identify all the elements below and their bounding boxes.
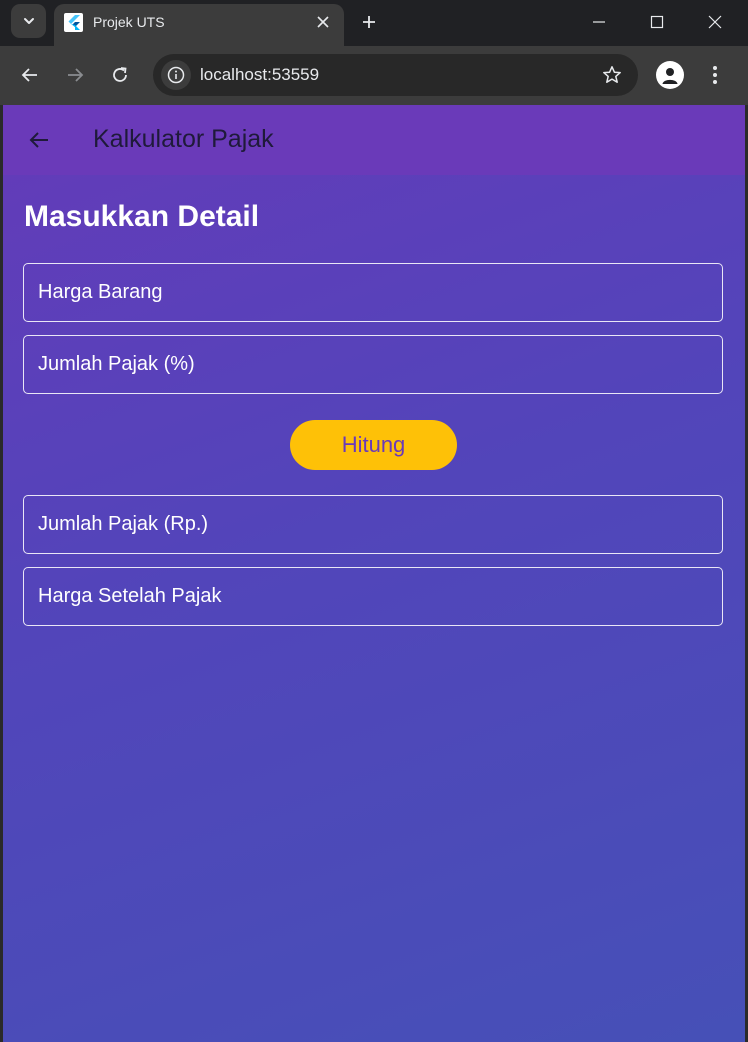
person-icon — [662, 68, 678, 84]
reload-icon — [113, 67, 127, 82]
browser-toolbar: localhost:53559 — [0, 46, 748, 105]
browser-tab-active[interactable]: Projek UTS — [54, 4, 344, 46]
info-icon — [167, 66, 185, 84]
browser-tabstrip: Projek UTS — [0, 0, 748, 46]
bookmark-button[interactable] — [600, 63, 624, 87]
jumlah-pajak-percent-label: Jumlah Pajak (%) — [38, 353, 195, 375]
reload-button[interactable] — [103, 58, 137, 92]
chevron-down-icon — [23, 18, 34, 24]
forward-nav-button[interactable] — [58, 58, 92, 92]
jumlah-pajak-percent-field[interactable]: Jumlah Pajak (%) — [23, 335, 723, 394]
maximize-window-button[interactable] — [628, 0, 686, 44]
arrow-left-icon — [29, 132, 48, 148]
profile-button[interactable] — [656, 61, 684, 89]
hitung-button[interactable]: Hitung — [290, 420, 457, 470]
page-title: Kalkulator Pajak — [93, 125, 274, 153]
harga-setelah-pajak-field[interactable]: Harga Setelah Pajak — [23, 567, 723, 626]
close-icon — [708, 15, 722, 29]
tab-search-button[interactable] — [11, 4, 46, 38]
address-url: localhost:53559 — [200, 65, 320, 84]
harga-barang-field[interactable]: Harga Barang — [23, 263, 723, 322]
site-info-button[interactable] — [161, 60, 191, 90]
back-nav-button[interactable] — [13, 58, 47, 92]
maximize-icon — [650, 15, 664, 29]
flutter-favicon-icon — [64, 13, 83, 32]
close-window-button[interactable] — [686, 0, 744, 44]
jumlah-pajak-rp-label: Jumlah Pajak (Rp.) — [38, 513, 209, 535]
browser-menu-button[interactable] — [702, 60, 728, 90]
plus-icon — [363, 16, 375, 28]
section-title: Masukkan Detail — [24, 200, 260, 233]
close-icon — [317, 16, 329, 28]
app-bar: Kalkulator Pajak — [3, 105, 745, 175]
back-button[interactable] — [21, 122, 57, 158]
more-vertical-icon — [713, 66, 717, 84]
app-viewport: Kalkulator Pajak Masukkan Detail Harga B… — [3, 105, 745, 1042]
address-bar[interactable]: localhost:53559 — [153, 54, 638, 96]
harga-setelah-pajak-label: Harga Setelah Pajak — [38, 585, 222, 607]
tab-close-button[interactable] — [312, 11, 334, 33]
new-tab-button[interactable] — [355, 8, 383, 36]
arrow-right-icon — [68, 68, 84, 82]
tab-title: Projek UTS — [93, 14, 165, 30]
star-icon — [603, 66, 621, 83]
minimize-window-button[interactable] — [570, 0, 628, 44]
minimize-icon — [593, 21, 605, 23]
jumlah-pajak-rp-field[interactable]: Jumlah Pajak (Rp.) — [23, 495, 723, 554]
hitung-button-label: Hitung — [341, 432, 406, 457]
harga-barang-label: Harga Barang — [38, 281, 163, 303]
arrow-left-icon — [21, 68, 37, 82]
